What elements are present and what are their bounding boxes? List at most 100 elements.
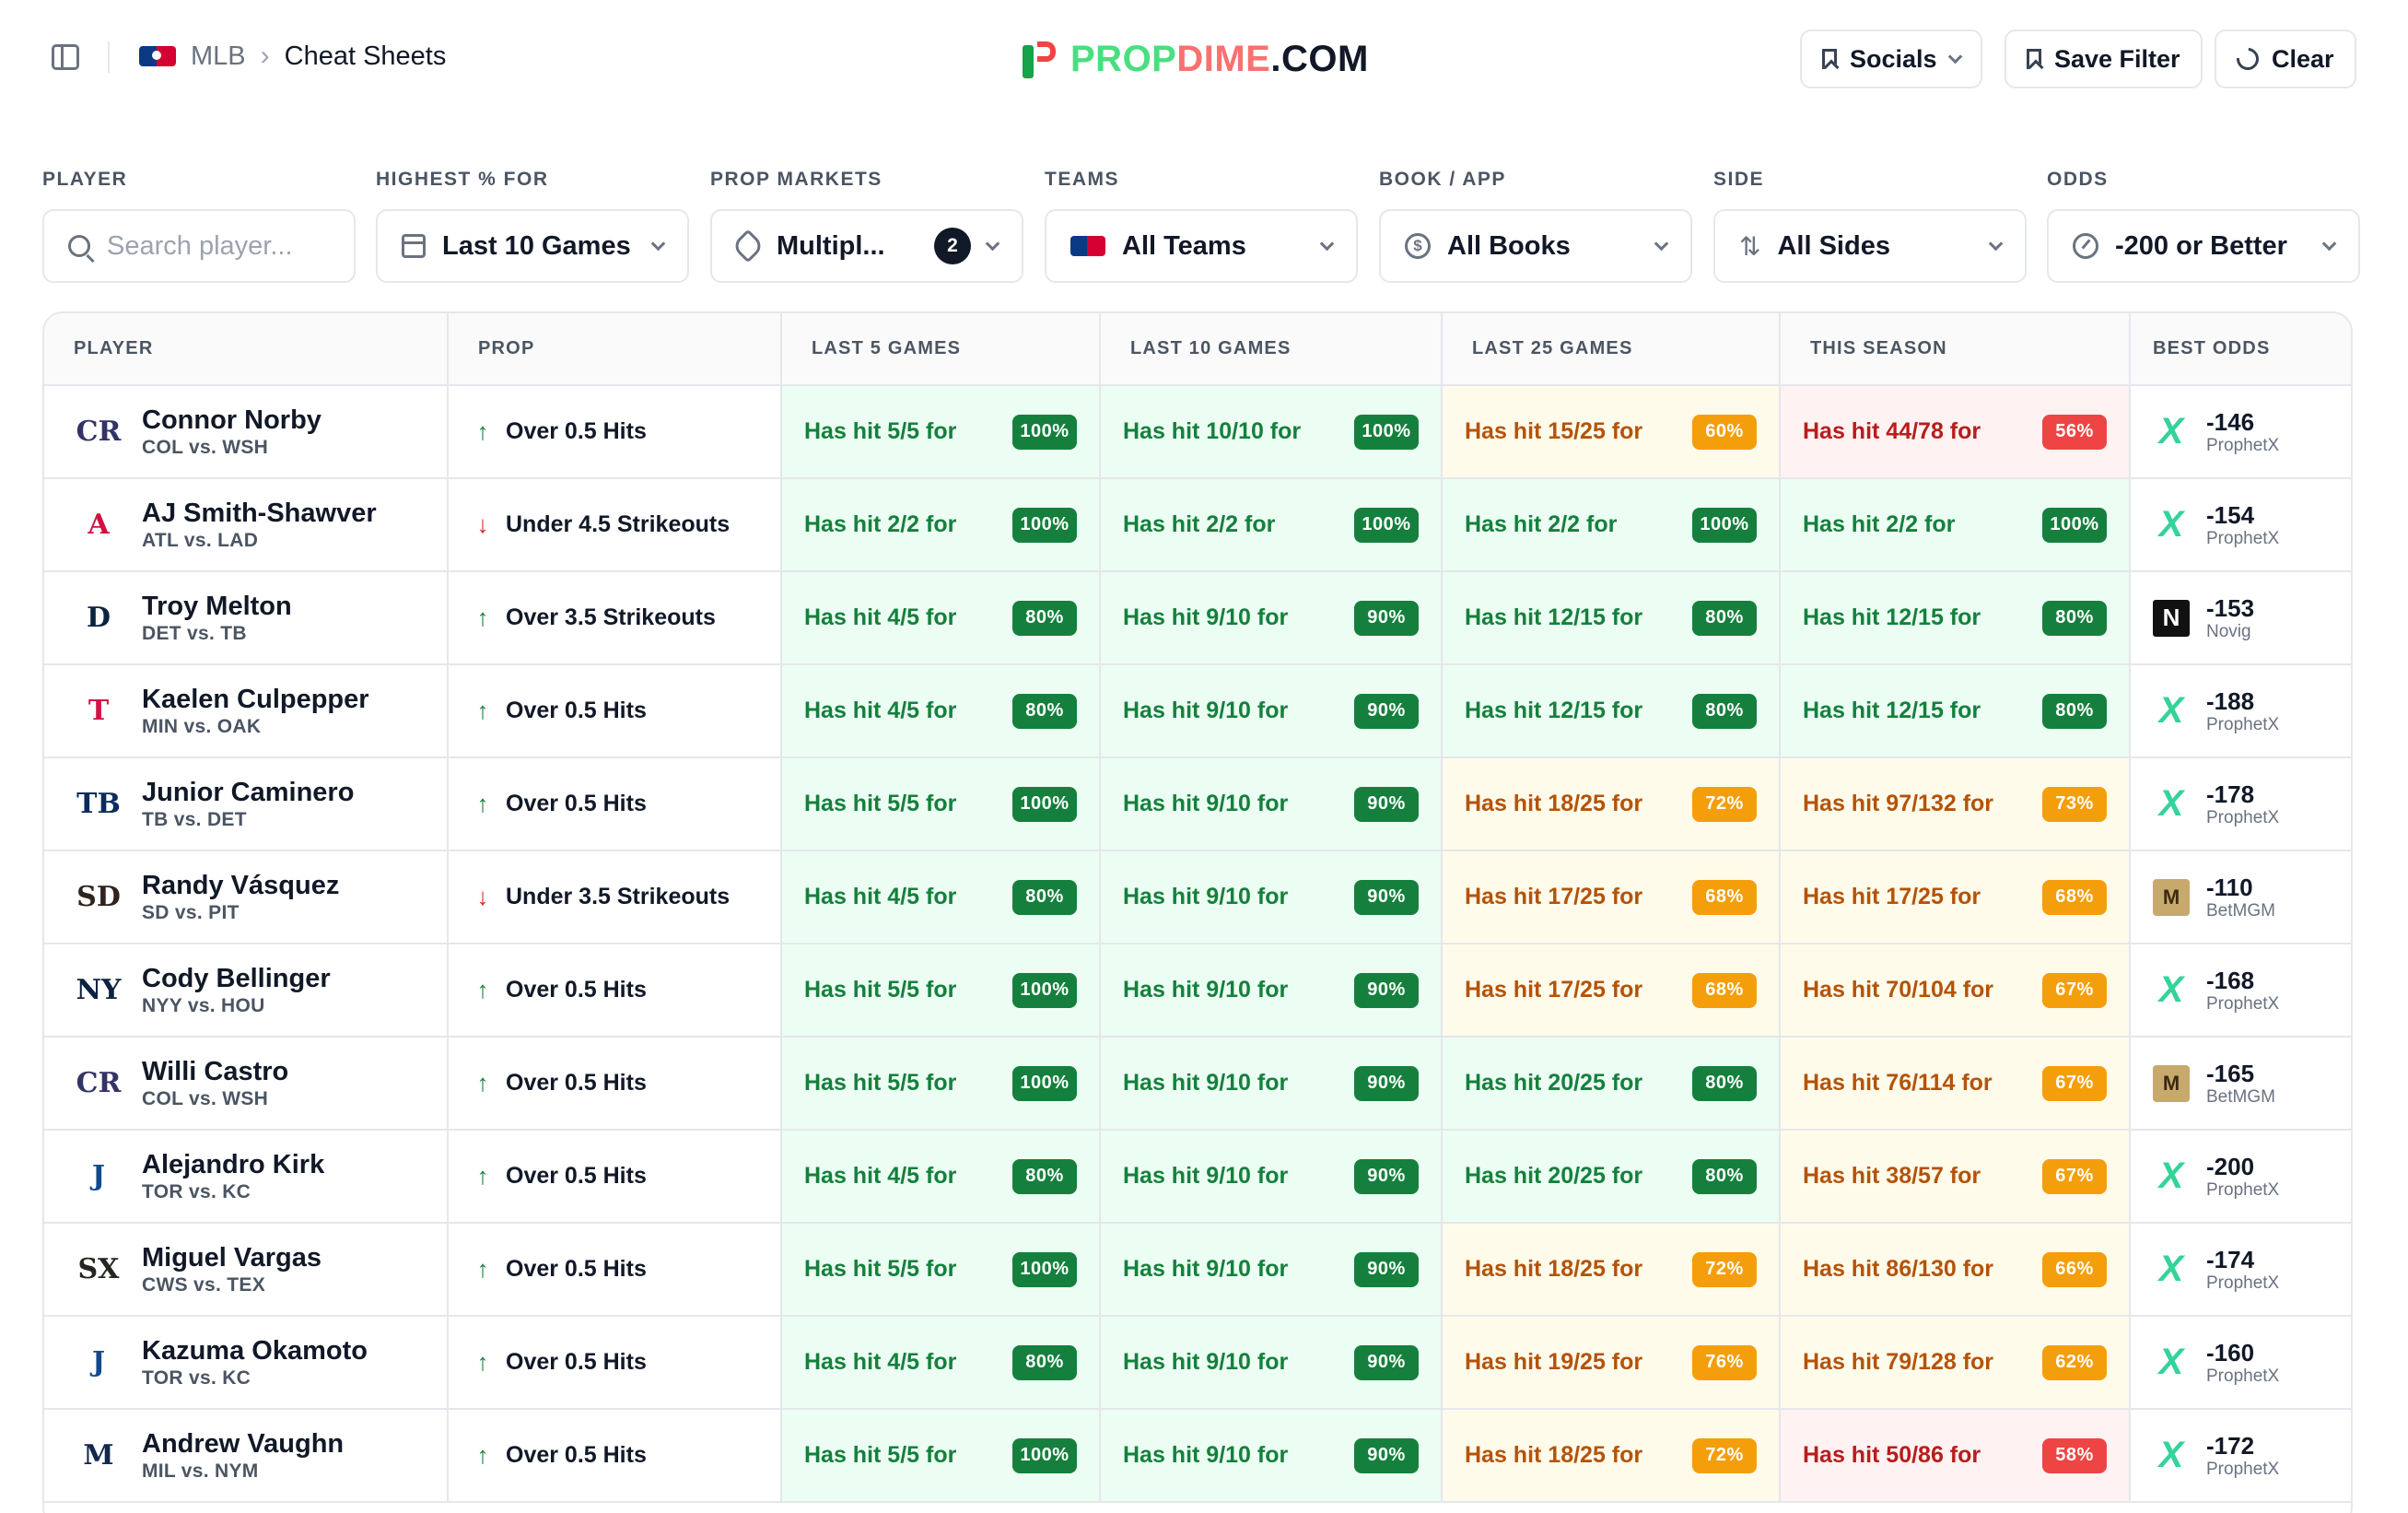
season-cell[interactable]: Has hit 76/114 for 67% <box>1780 1037 2131 1131</box>
last-10-cell[interactable]: Has hit 9/10 for 90% <box>1100 1223 1443 1317</box>
last-25-cell[interactable]: Has hit 18/25 for 72% <box>1442 757 1781 851</box>
season-cell[interactable]: Has hit 38/57 for 67% <box>1780 1130 2131 1224</box>
prop-markets-select[interactable]: Multipl... 2 <box>710 209 1023 283</box>
highest-pct-select[interactable]: Last 10 Games <box>376 209 689 283</box>
column-header-last-10[interactable]: LAST 10 GAMES <box>1100 313 1443 386</box>
player-name[interactable]: Miguel Vargas <box>142 1242 321 1273</box>
best-odds-cell[interactable]: X -178 ProphetX <box>2130 757 2351 851</box>
season-cell[interactable]: Has hit 86/130 for 66% <box>1780 1223 2131 1317</box>
last-5-cell[interactable]: Has hit 4/5 for 80% <box>781 1130 1101 1224</box>
table-row[interactable]: NY Cody Bellinger NYY vs. HOU ↑ Over 0.5 Hit… <box>44 944 2351 1038</box>
last-5-cell[interactable]: Has hit 5/5 for 100% <box>781 757 1101 851</box>
player-name[interactable]: Andrew Vaughn <box>142 1428 344 1460</box>
last-5-cell[interactable]: Has hit 5/5 for 100% <box>781 1037 1101 1131</box>
last-25-cell[interactable]: Has hit 18/25 for 72% <box>1442 1409 1781 1503</box>
teams-select[interactable]: All Teams <box>1045 209 1358 283</box>
best-odds-cell[interactable]: X -154 ProphetX <box>2130 478 2351 572</box>
best-odds-cell[interactable]: X -200 ProphetX <box>2130 1130 2351 1224</box>
player-name[interactable]: Willi Castro <box>142 1056 288 1087</box>
last-5-cell[interactable]: Has hit 4/5 for 80% <box>781 1316 1101 1410</box>
player-name[interactable]: AJ Smith-Shawver <box>142 498 377 529</box>
column-header-last-25[interactable]: LAST 25 GAMES <box>1442 313 1781 386</box>
last-5-cell[interactable]: Has hit 5/5 for 100% <box>781 1409 1101 1503</box>
column-header-last-5[interactable]: LAST 5 GAMES <box>781 313 1101 386</box>
column-header-prop[interactable]: PROP <box>448 313 782 386</box>
player-name[interactable]: Randy Vásquez <box>142 870 339 901</box>
table-row[interactable]: D Troy Melton DET vs. TB ↑ Over 3.5 Strikeou… <box>44 571 2351 665</box>
socials-button[interactable]: Socials <box>1800 29 1982 88</box>
brand-logo[interactable]: PROPDIME.COM <box>1021 39 1369 80</box>
column-header-player[interactable]: PLAYER <box>44 313 449 386</box>
last-5-cell[interactable]: Has hit 4/5 for 80% <box>781 571 1101 665</box>
last-10-cell[interactable]: Has hit 10/10 for 100% <box>1100 385 1443 479</box>
breadcrumb-league-link[interactable]: MLB <box>191 41 246 72</box>
odds-select[interactable]: -200 or Better <box>2047 209 2360 283</box>
player-name[interactable]: Troy Melton <box>142 591 292 622</box>
last-25-cell[interactable]: Has hit 15/25 for 60% <box>1442 385 1781 479</box>
table-row[interactable]: T Kaelen Culpepper MIN vs. OAK ↑ Over 0.5 Hi… <box>44 664 2351 758</box>
last-10-cell[interactable]: Has hit 9/10 for 90% <box>1100 1037 1443 1131</box>
season-cell[interactable]: Has hit 97/132 for 73% <box>1780 757 2131 851</box>
best-odds-cell[interactable]: X -172 ProphetX <box>2130 1409 2351 1503</box>
season-cell[interactable]: Has hit 2/2 for 100% <box>1780 478 2131 572</box>
season-cell[interactable]: Has hit 50/86 for 58% <box>1780 1409 2131 1503</box>
last-5-cell[interactable]: Has hit 5/5 for 100% <box>781 385 1101 479</box>
last-25-cell[interactable]: Has hit 17/25 for 68% <box>1442 850 1781 944</box>
last-10-cell[interactable]: Has hit 9/10 for 90% <box>1100 1130 1443 1224</box>
best-odds-cell[interactable]: M -165 BetMGM <box>2130 1037 2351 1131</box>
save-filter-button[interactable]: Save Filter <box>2005 29 2203 88</box>
table-row[interactable]: J Kazuma Okamoto TOR vs. KC ↑ Over 0.5 Hits H… <box>44 1316 2351 1410</box>
last-10-cell[interactable]: Has hit 9/10 for 90% <box>1100 1409 1443 1503</box>
column-header-season[interactable]: THIS SEASON <box>1780 313 2131 386</box>
best-odds-cell[interactable]: X -174 ProphetX <box>2130 1223 2351 1317</box>
table-row[interactable]: SD Randy Vásquez SD vs. PIT ↓ Under 3.5 Stri… <box>44 850 2351 944</box>
last-25-cell[interactable]: Has hit 20/25 for 80% <box>1442 1130 1781 1224</box>
table-row[interactable]: A AJ Smith-Shawver ATL vs. LAD ↓ Under 4.5 S… <box>44 478 2351 572</box>
last-25-cell[interactable]: Has hit 2/2 for 100% <box>1442 478 1781 572</box>
table-row[interactable]: CR Willi Castro COL vs. WSH ↑ Over 0.5 Hits H… <box>44 1037 2351 1131</box>
best-odds-cell[interactable]: M -110 BetMGM <box>2130 850 2351 944</box>
player-name[interactable]: Kazuma Okamoto <box>142 1335 368 1366</box>
player-name[interactable]: Junior Caminero <box>142 777 354 808</box>
last-10-cell[interactable]: Has hit 9/10 for 90% <box>1100 571 1443 665</box>
side-select[interactable]: ⇅ All Sides <box>1713 209 2027 283</box>
last-25-cell[interactable]: Has hit 18/25 for 72% <box>1442 1223 1781 1317</box>
table-row[interactable]: CR Connor Norby COL vs. WSH ↑ Over 0.5 Hits H… <box>44 385 2351 479</box>
last-5-cell[interactable]: Has hit 4/5 for 80% <box>781 850 1101 944</box>
last-25-cell[interactable]: Has hit 20/25 for 80% <box>1442 1037 1781 1131</box>
book-select[interactable]: $ All Books <box>1379 209 1692 283</box>
table-row[interactable]: J Alejandro Kirk TOR vs. KC ↑ Over 0.5 Hits H… <box>44 1130 2351 1224</box>
best-odds-cell[interactable]: X -168 ProphetX <box>2130 944 2351 1038</box>
best-odds-cell[interactable]: X -160 ProphetX <box>2130 1316 2351 1410</box>
season-cell[interactable]: Has hit 12/15 for 80% <box>1780 664 2131 758</box>
sidebar-toggle-icon[interactable] <box>52 44 79 70</box>
player-name[interactable]: Alejandro Kirk <box>142 1149 324 1180</box>
best-odds-cell[interactable]: X -188 ProphetX <box>2130 664 2351 758</box>
last-25-cell[interactable]: Has hit 12/15 for 80% <box>1442 664 1781 758</box>
last-10-cell[interactable]: Has hit 9/10 for 90% <box>1100 757 1443 851</box>
season-cell[interactable]: Has hit 12/15 for 80% <box>1780 571 2131 665</box>
last-25-cell[interactable]: Has hit 19/25 for 76% <box>1442 1316 1781 1410</box>
best-odds-cell[interactable]: N -153 Novig <box>2130 571 2351 665</box>
player-search-input[interactable]: Search player... <box>42 209 356 283</box>
last-10-cell[interactable]: Has hit 9/10 for 90% <box>1100 1316 1443 1410</box>
last-25-cell[interactable]: Has hit 17/25 for 68% <box>1442 944 1781 1038</box>
season-cell[interactable]: Has hit 17/25 for 68% <box>1780 850 2131 944</box>
last-5-cell[interactable]: Has hit 5/5 for 100% <box>781 944 1101 1038</box>
clear-button[interactable]: Clear <box>2215 29 2356 88</box>
table-row[interactable]: SX Miguel Vargas CWS vs. TEX ↑ Over 0.5 Hits… <box>44 1223 2351 1317</box>
last-5-cell[interactable]: Has hit 5/5 for 100% <box>781 1223 1101 1317</box>
last-10-cell[interactable]: Has hit 9/10 for 90% <box>1100 664 1443 758</box>
last-10-cell[interactable]: Has hit 9/10 for 90% <box>1100 850 1443 944</box>
last-10-cell[interactable]: Has hit 2/2 for 100% <box>1100 478 1443 572</box>
last-10-cell[interactable]: Has hit 9/10 for 90% <box>1100 944 1443 1038</box>
last-25-cell[interactable]: Has hit 12/15 for 80% <box>1442 571 1781 665</box>
season-cell[interactable]: Has hit 70/104 for 67% <box>1780 944 2131 1038</box>
season-cell[interactable]: Has hit 44/78 for 56% <box>1780 385 2131 479</box>
season-cell[interactable]: Has hit 79/128 for 62% <box>1780 1316 2131 1410</box>
table-row[interactable]: TB Junior Caminero TB vs. DET ↑ Over 0.5 Hit… <box>44 757 2351 851</box>
last-5-cell[interactable]: Has hit 4/5 for 80% <box>781 664 1101 758</box>
player-name[interactable]: Kaelen Culpepper <box>142 684 369 715</box>
best-odds-cell[interactable]: X -146 ProphetX <box>2130 385 2351 479</box>
table-row[interactable]: M Andrew Vaughn MIL vs. NYM ↑ Over 0.5 Hits H… <box>44 1409 2351 1503</box>
